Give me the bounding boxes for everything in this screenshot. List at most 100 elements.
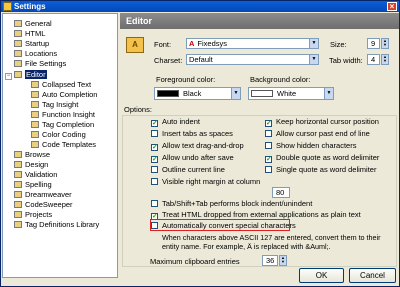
option-label: Auto indent (162, 117, 200, 126)
settings-page-icon (31, 91, 39, 98)
highlight-box (150, 219, 290, 231)
settings-page-icon (14, 71, 22, 78)
checkbox-icon[interactable] (151, 166, 158, 173)
tree-item[interactable]: Auto Completion (22, 90, 97, 99)
tree-item-label: Tag Insight (42, 100, 79, 109)
chevron-down-icon[interactable]: ▼ (324, 88, 333, 99)
option-checkbox[interactable]: Outline current line (151, 165, 225, 174)
checkbox-icon[interactable]: ✓ (151, 156, 158, 163)
tree-item[interactable]: Tag Insight (22, 100, 78, 109)
window-title: Settings (14, 2, 46, 11)
settings-page-icon (14, 181, 22, 188)
charset-label: Charset: (154, 56, 183, 65)
option-label: Visible right margin at column (162, 177, 261, 186)
option-label: Single quote as word delimiter (276, 165, 377, 174)
size-spinner[interactable]: ▲ ▼ (381, 38, 389, 49)
tabwidth-input[interactable]: 4 (367, 54, 380, 65)
tree-item[interactable]: Design (5, 160, 48, 169)
chevron-down-icon[interactable]: ▼ (231, 88, 240, 99)
clipboard-entries-input[interactable]: 36 (262, 255, 278, 266)
settings-tree: General HTML Startup Locations File Settings… (2, 13, 118, 278)
clipboard-spinner[interactable]: ▲ ▼ (279, 255, 287, 266)
tree-item[interactable]: Locations (5, 49, 57, 58)
option-label: Allow undo after save (162, 153, 234, 162)
tabwidth-spinner[interactable]: ▲ ▼ (381, 54, 389, 65)
tree-item[interactable]: Dreamweaver (5, 190, 72, 199)
charset-select[interactable]: Default ▼ (186, 54, 319, 65)
tree-item[interactable]: CodeSweeper (5, 200, 73, 209)
option-checkbox[interactable]: ✓ Keep horizontal cursor position (265, 117, 379, 127)
settings-page-icon (14, 151, 22, 158)
chevron-down-icon[interactable]: ▼ (309, 55, 318, 64)
tree-item[interactable]: Spelling (5, 180, 52, 189)
tree-item[interactable]: − Editor (5, 70, 47, 80)
checkbox-icon[interactable]: ✓ (151, 144, 158, 151)
font-value: Fixedsys (197, 39, 228, 48)
checkbox-icon[interactable] (265, 166, 272, 173)
option-checkbox[interactable]: Show hidden characters (265, 141, 356, 150)
option-checkbox[interactable]: Single quote as word delimiter (265, 165, 376, 174)
tree-item-label: HTML (25, 29, 46, 38)
size-input[interactable]: 9 (367, 38, 380, 49)
settings-page-icon (14, 20, 22, 27)
settings-page-icon (31, 101, 39, 108)
clipboard-label: Maximum clipboard entries (150, 257, 240, 266)
option-checkbox[interactable]: ✓ Allow undo after save (151, 153, 234, 163)
tree-item-label: Dreamweaver (25, 190, 72, 199)
tree-item[interactable]: Color Coding (22, 130, 86, 139)
tree-item[interactable]: Browse (5, 150, 50, 159)
tree-item[interactable]: HTML (5, 29, 45, 38)
tree-item[interactable]: Projects (5, 210, 52, 219)
options-label: Options: (124, 105, 152, 114)
tree-item[interactable]: Startup (5, 39, 49, 48)
option-checkbox[interactable]: Visible right margin at column (151, 177, 260, 186)
checkbox-icon[interactable] (151, 130, 158, 137)
settings-page-icon (14, 211, 22, 218)
option-checkbox[interactable]: Allow cursor past end of line (265, 129, 370, 138)
settings-page-icon (14, 60, 22, 67)
margin-column-input[interactable]: 80 (272, 187, 290, 198)
close-button[interactable]: × (387, 2, 397, 11)
collapse-icon[interactable]: − (5, 73, 12, 80)
tree-item-label: Editor (25, 70, 47, 79)
font-select[interactable]: A Fixedsys ▼ (186, 38, 319, 49)
checkbox-icon[interactable] (151, 178, 158, 185)
settings-page-icon (31, 131, 39, 138)
checkbox-icon[interactable]: ✓ (265, 120, 272, 127)
tree-item[interactable]: Collapsed Text (22, 80, 91, 89)
clipboard-entries-value: 36 (266, 256, 275, 265)
option-checkbox[interactable]: Insert tabs as spaces (151, 129, 233, 138)
tree-item[interactable]: General (5, 19, 52, 28)
ok-button[interactable]: OK (299, 268, 344, 283)
tree-item-label: Startup (25, 39, 50, 48)
checkbox-icon[interactable] (151, 200, 158, 207)
tree-item-label: File Settings (25, 59, 67, 68)
tree-item[interactable]: File Settings (5, 59, 66, 68)
tree-item[interactable]: Tag Completion (22, 120, 94, 129)
tree-item-label: Spelling (25, 180, 52, 189)
option-checkbox[interactable]: ✓ Treat HTML dropped from external applic… (151, 210, 361, 220)
option-label: Allow cursor past end of line (276, 129, 370, 138)
panel-header: Editor (120, 13, 399, 29)
option-checkbox[interactable]: ✓ Allow text drag-and-drop (151, 141, 244, 151)
tree-item-label: Function Insight (42, 110, 95, 119)
option-checkbox[interactable]: Tab/Shift+Tab performs block indent/unin… (151, 199, 312, 208)
option-checkbox[interactable]: ✓ Auto indent (151, 117, 200, 127)
checkbox-icon[interactable] (265, 130, 272, 137)
tree-item[interactable]: Tag Definitions Library (5, 220, 99, 229)
settings-page-icon (14, 40, 22, 47)
chevron-down-icon[interactable]: ▼ (309, 39, 318, 48)
option-checkbox[interactable]: ✓ Double quote as word delimiter (265, 153, 379, 163)
checkbox-icon[interactable] (265, 142, 272, 149)
tree-item-label: Collapsed Text (42, 80, 92, 89)
foreground-color-select[interactable]: Black ▼ (154, 87, 241, 100)
checkbox-icon[interactable]: ✓ (151, 120, 158, 127)
checkbox-icon[interactable]: ✓ (265, 156, 272, 163)
cancel-button[interactable]: Cancel (349, 268, 396, 283)
tree-item[interactable]: Validation (5, 170, 57, 179)
tree-item[interactable]: Function Insight (22, 110, 95, 119)
margin-column-value: 80 (276, 188, 285, 197)
background-color-select[interactable]: White ▼ (248, 87, 334, 100)
tree-item[interactable]: Code Templates (22, 140, 96, 149)
tree-item-label: Validation (25, 170, 58, 179)
